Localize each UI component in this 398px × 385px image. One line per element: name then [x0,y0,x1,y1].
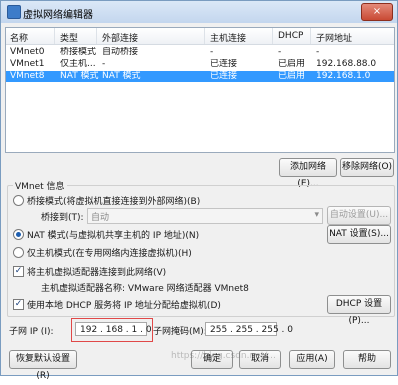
virtual-network-editor-window: 虚拟网络编辑器 × 名称 类型 外部连接 主机连接 DHCP 子网地址 VMne… [0,0,398,381]
cell-subnet: - [316,47,320,57]
cell-name: VMnet8 [10,71,45,81]
table-row[interactable]: VMnet1 仅主机... - 已连接 已启用 192.168.88.0 [6,59,394,70]
close-button[interactable]: × [361,3,393,21]
cell-name: VMnet0 [10,47,45,57]
cell-external: NAT 模式 [102,71,141,81]
column-header-name[interactable]: 名称 [10,31,28,44]
network-table: 名称 类型 外部连接 主机连接 DHCP 子网地址 VMnet0 桥接模式 自动… [5,27,395,153]
window-title: 虚拟网络编辑器 [23,10,93,21]
bridged-to-value: 自动 [91,213,110,223]
bridged-mode-label[interactable]: 桥接模式(将虚拟机直接连接到外部网络)(B) [27,194,200,207]
subnet-mask-label: 子网掩码(M): [153,327,207,337]
watermark: https://blog.csdn.net/... [171,351,276,361]
column-header-dhcp[interactable]: DHCP [278,31,303,41]
cell-type: 仅主机... [60,59,96,69]
auto-settings-button[interactable]: 自动设置(U)... [327,206,391,225]
bridged-to-select[interactable]: 自动 ▾ [87,208,323,224]
use-dhcp-label[interactable]: 使用本地 DHCP 服务将 IP 地址分配给虚拟机(D) [27,298,221,311]
table-header: 名称 类型 外部连接 主机连接 DHCP 子网地址 [6,28,394,45]
use-dhcp-checkbox[interactable]: ✓ [13,299,24,310]
cell-dhcp: 已启用 [278,59,306,69]
cell-dhcp: 已启用 [278,71,306,81]
bridged-to-label: 桥接到(T): [41,213,84,223]
subnet-ip-label: 子网 IP (I): [9,327,54,337]
cell-host: 已连接 [210,71,238,81]
add-network-button[interactable]: 添加网络(E)... [279,158,337,189]
nat-mode-label[interactable]: NAT 模式(与虚拟机共享主机的 IP 地址)(N) [27,228,199,241]
subnet-ip-input[interactable]: 192 . 168 . 1 . 0 [75,322,152,336]
cell-subnet: 192.168.88.0 [316,59,377,69]
cell-subnet: 192.168.1.0 [316,71,371,81]
cell-name: VMnet1 [10,59,45,69]
bridged-mode-radio[interactable] [13,195,24,206]
cell-type: 桥接模式 [60,47,97,57]
cell-external: 自动桥接 [102,47,139,57]
title-bar: 虚拟网络编辑器 × [1,1,397,23]
restore-defaults-button[interactable]: 恢复默认设置(R) [9,350,77,381]
nat-mode-radio[interactable] [13,229,24,240]
column-header-external[interactable]: 外部连接 [102,31,138,44]
app-icon [7,5,21,19]
subnet-mask-input[interactable]: 255 . 255 . 255 . 0 [205,322,293,336]
nat-settings-button[interactable]: NAT 设置(S)... [327,225,391,244]
cell-type: NAT 模式 [60,71,99,81]
remove-network-button[interactable]: 移除网络(O) [340,158,394,177]
connect-adapter-label[interactable]: 将主机虚拟适配器连接到此网络(V) [27,265,166,278]
vmnet-info-legend: VMnet 信息 [13,179,67,192]
chevron-down-icon: ▾ [314,210,319,220]
dhcp-settings-button[interactable]: DHCP 设置(P)... [327,295,391,326]
cell-host: - [210,47,214,57]
cell-external: - [102,59,106,69]
table-row-selected[interactable]: VMnet8 NAT 模式 NAT 模式 已连接 已启用 192.168.1.0 [6,71,394,82]
column-header-subnet[interactable]: 子网地址 [316,31,352,44]
adapter-name-label: 主机虚拟适配器名称: VMware 网络适配器 VMnet8 [41,284,249,294]
host-only-radio[interactable] [13,247,24,258]
cell-host: 已连接 [210,59,238,69]
help-button[interactable]: 帮助 [343,350,391,369]
host-only-label[interactable]: 仅主机模式(在专用网络内连接虚拟机)(H) [27,246,192,259]
column-header-type[interactable]: 类型 [60,31,78,44]
cell-dhcp: - [278,47,282,57]
table-row[interactable]: VMnet0 桥接模式 自动桥接 - - - [6,47,394,58]
connect-adapter-checkbox[interactable]: ✓ [13,266,24,277]
column-header-host[interactable]: 主机连接 [210,31,246,44]
apply-button[interactable]: 应用(A) [289,350,335,369]
